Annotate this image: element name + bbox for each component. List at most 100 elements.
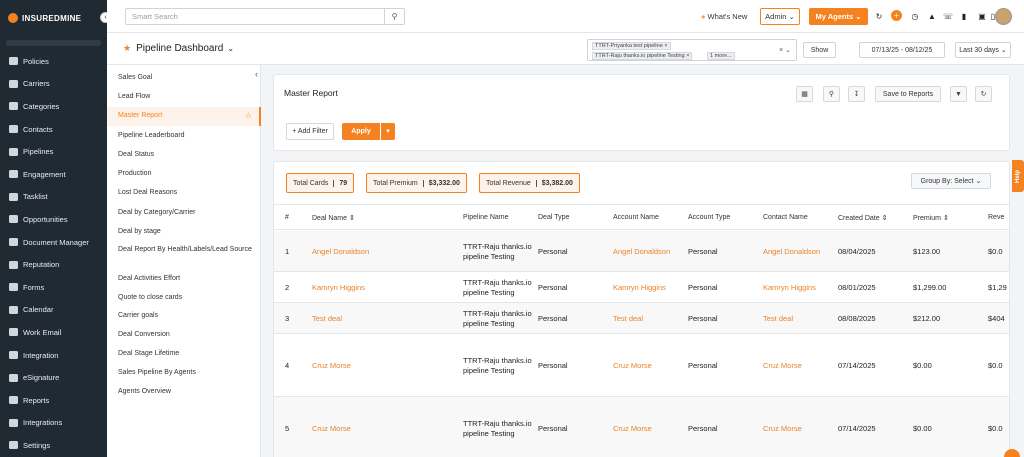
apply-dropdown-icon[interactable]: ▼ xyxy=(381,123,395,140)
report-item-master-report[interactable]: Master Report ☆ xyxy=(107,107,261,126)
nav-item-integrations[interactable]: Integrations xyxy=(0,412,107,435)
cell-pipeline: TTRT-Raju thanks.io pipeline Testing xyxy=(463,418,532,438)
report-item-deal-activities-effort[interactable]: Deal Activities Effort xyxy=(107,274,261,283)
save-to-reports-button[interactable]: Save to Reports xyxy=(875,86,941,102)
search-icon[interactable]: ⚲ xyxy=(823,86,840,102)
cell-contact[interactable]: Test deal xyxy=(763,314,793,324)
nav-item-policies[interactable]: Policies xyxy=(0,50,107,73)
table-row[interactable]: 5 Cruz Morse TTRT-Raju thanks.io pipeline … xyxy=(274,397,1009,457)
nav-item-calendar[interactable]: Calendar xyxy=(0,299,107,322)
phone-icon[interactable]: ☏ xyxy=(943,10,953,22)
help-tab[interactable]: Help xyxy=(1012,160,1024,192)
pipeline-select[interactable]: TTRT-Priyanka test pipeline × TTRT-Raju … xyxy=(587,39,797,61)
remove-tag-icon[interactable]: × xyxy=(664,43,667,49)
report-item-deal-stage-lifetime[interactable]: Deal Stage Lifetime xyxy=(107,349,261,358)
report-item-carrier-goals[interactable]: Carrier goals xyxy=(107,311,261,320)
column-header[interactable]: Premium ⇕ xyxy=(913,214,949,222)
search-input[interactable]: Smart Search xyxy=(126,12,384,21)
report-item-deal-by-stage[interactable]: Deal by stage xyxy=(107,227,261,236)
nav-item-opportunities[interactable]: Opportunities xyxy=(0,208,107,231)
pipeline-tag[interactable]: TTRT-Raju thanks.io pipeline Testing × xyxy=(592,52,693,60)
main-nav: INSUREDMINE Policies Carriers Categories Co… xyxy=(0,0,107,457)
nav-item-engagement[interactable]: Engagement xyxy=(0,163,107,186)
more-tags[interactable]: 1 more... xyxy=(707,52,735,60)
refresh-icon[interactable]: ↻ xyxy=(874,10,884,22)
cell-account[interactable]: Cruz Morse xyxy=(613,424,652,434)
nav-item-tasklist[interactable]: Tasklist xyxy=(0,186,107,209)
group-by-select[interactable]: Group By: Select ⌄ xyxy=(911,173,991,189)
cell-deal[interactable]: Test deal xyxy=(312,314,342,324)
report-item-deal-conversion[interactable]: Deal Conversion xyxy=(107,330,261,339)
cell-contact[interactable]: Kamryn Higgins xyxy=(763,283,816,293)
cell-account[interactable]: Kamryn Higgins xyxy=(613,283,666,293)
report-item-agents-overview[interactable]: Agents Overview xyxy=(107,387,261,396)
nav-item-contacts[interactable]: Contacts xyxy=(0,118,107,141)
nav-item-categories[interactable]: Categories xyxy=(0,95,107,118)
cell-deal[interactable]: Angel Donaldson xyxy=(312,247,369,257)
admin-dropdown[interactable]: Admin ⌄ xyxy=(760,8,800,25)
cell-account[interactable]: Test deal xyxy=(613,314,643,324)
cell-contact[interactable]: Angel Donaldson xyxy=(763,247,820,257)
report-item-deal-status[interactable]: Deal Status xyxy=(107,150,261,159)
table-row[interactable]: 4 Cruz Morse TTRT-Raju thanks.io pipeline … xyxy=(274,334,1009,397)
columns-icon[interactable]: ▦ xyxy=(796,86,813,102)
refresh-icon[interactable]: ↻ xyxy=(975,86,992,102)
add-icon[interactable]: + xyxy=(891,10,902,21)
avatar[interactable] xyxy=(995,8,1012,25)
smart-search[interactable]: Smart Search ⚲ xyxy=(125,8,405,25)
search-icon[interactable]: ⚲ xyxy=(384,9,404,24)
cell-account[interactable]: Angel Donaldson xyxy=(613,247,670,257)
report-item-deal-report-by-health-labels-lead-source[interactable]: Deal Report By Health/Labels/Lead Source xyxy=(107,245,261,254)
report-item-sales-goal[interactable]: Sales Goal xyxy=(107,73,261,82)
nav-item-work-email[interactable]: Work Email xyxy=(0,321,107,344)
remove-tag-icon[interactable]: × xyxy=(686,53,689,59)
clock-icon[interactable]: ◷ xyxy=(910,10,920,22)
download-icon[interactable]: ↧ xyxy=(848,86,865,102)
whats-new-link[interactable]: ● What's New xyxy=(701,8,747,25)
chat-bubble-icon[interactable] xyxy=(1004,449,1020,457)
nav-item-reputation[interactable]: Reputation xyxy=(0,253,107,276)
nav-item-esignature[interactable]: eSignature xyxy=(0,366,107,389)
nav-item-forms[interactable]: Forms xyxy=(0,276,107,299)
cell-deal[interactable]: Cruz Morse xyxy=(312,361,351,371)
show-button[interactable]: Show xyxy=(803,42,836,58)
table-row[interactable]: 2 Kamryn Higgins TTRT-Raju thanks.io pipel… xyxy=(274,272,1009,303)
cell-deal[interactable]: Cruz Morse xyxy=(312,424,351,434)
report-item-sales-pipeline-by-agents[interactable]: Sales Pipeline By Agents xyxy=(107,368,261,377)
clear-chevron-icon[interactable]: × ⌄ xyxy=(779,46,791,54)
report-item-lost-deal-reasons[interactable]: Lost Deal Reasons xyxy=(107,188,261,197)
cell-account[interactable]: Cruz Morse xyxy=(613,361,652,371)
filter-icon[interactable]: ▼ xyxy=(950,86,967,102)
period-select[interactable]: Last 30 days ⌄ xyxy=(955,42,1011,58)
favorite-star-icon[interactable]: ☆ xyxy=(245,111,252,120)
nav-item-carriers[interactable]: Carriers xyxy=(0,73,107,96)
grid-icon[interactable]: ▣ xyxy=(977,10,987,22)
table-row[interactable]: 1 Angel Donaldson TTRT-Raju thanks.io pipe… xyxy=(274,231,1009,272)
bell-icon[interactable]: ▲ xyxy=(927,10,937,22)
report-item-production[interactable]: Production xyxy=(107,169,261,178)
my-agents-button[interactable]: My Agents ⌄ xyxy=(809,8,868,25)
nav-item-integration[interactable]: Integration xyxy=(0,344,107,367)
column-header[interactable]: Created Date ⇕ xyxy=(838,214,887,222)
report-item-lead-flow[interactable]: Lead Flow xyxy=(107,92,261,101)
nav-item-settings[interactable]: Settings xyxy=(0,434,107,457)
report-item-pipeline-leaderboard[interactable]: Pipeline Leaderboard xyxy=(107,131,261,140)
nav-item-pipelines[interactable]: Pipelines xyxy=(0,140,107,163)
logo[interactable]: INSUREDMINE xyxy=(0,0,107,36)
nav-item-document-manager[interactable]: Document Manager xyxy=(0,231,107,254)
cell-acct-type: Personal xyxy=(688,423,718,433)
date-range-input[interactable]: 07/13/25 - 08/12/25 xyxy=(859,42,945,58)
cell-contact[interactable]: Cruz Morse xyxy=(763,424,802,434)
cell-contact[interactable]: Cruz Morse xyxy=(763,361,802,371)
column-header[interactable]: Deal Name ⇕ xyxy=(312,214,355,222)
cell-deal[interactable]: Kamryn Higgins xyxy=(312,283,365,293)
pipeline-tag[interactable]: TTRT-Priyanka test pipeline × xyxy=(592,42,671,50)
dashboard-title[interactable]: ★ Pipeline Dashboard ⌄ xyxy=(123,43,234,54)
report-item-quote-to-close-cards[interactable]: Quote to close cards xyxy=(107,293,261,302)
report-item-deal-by-category-carrier[interactable]: Deal by Category/Carrier xyxy=(107,208,261,217)
apply-button[interactable]: Apply xyxy=(342,123,380,140)
add-filter-button[interactable]: + Add Filter xyxy=(286,123,334,140)
nav-item-reports[interactable]: Reports xyxy=(0,389,107,412)
chat-icon[interactable]: ▮ xyxy=(959,10,969,22)
table-row[interactable]: 3 Test deal TTRT-Raju thanks.io pipeline T… xyxy=(274,303,1009,334)
